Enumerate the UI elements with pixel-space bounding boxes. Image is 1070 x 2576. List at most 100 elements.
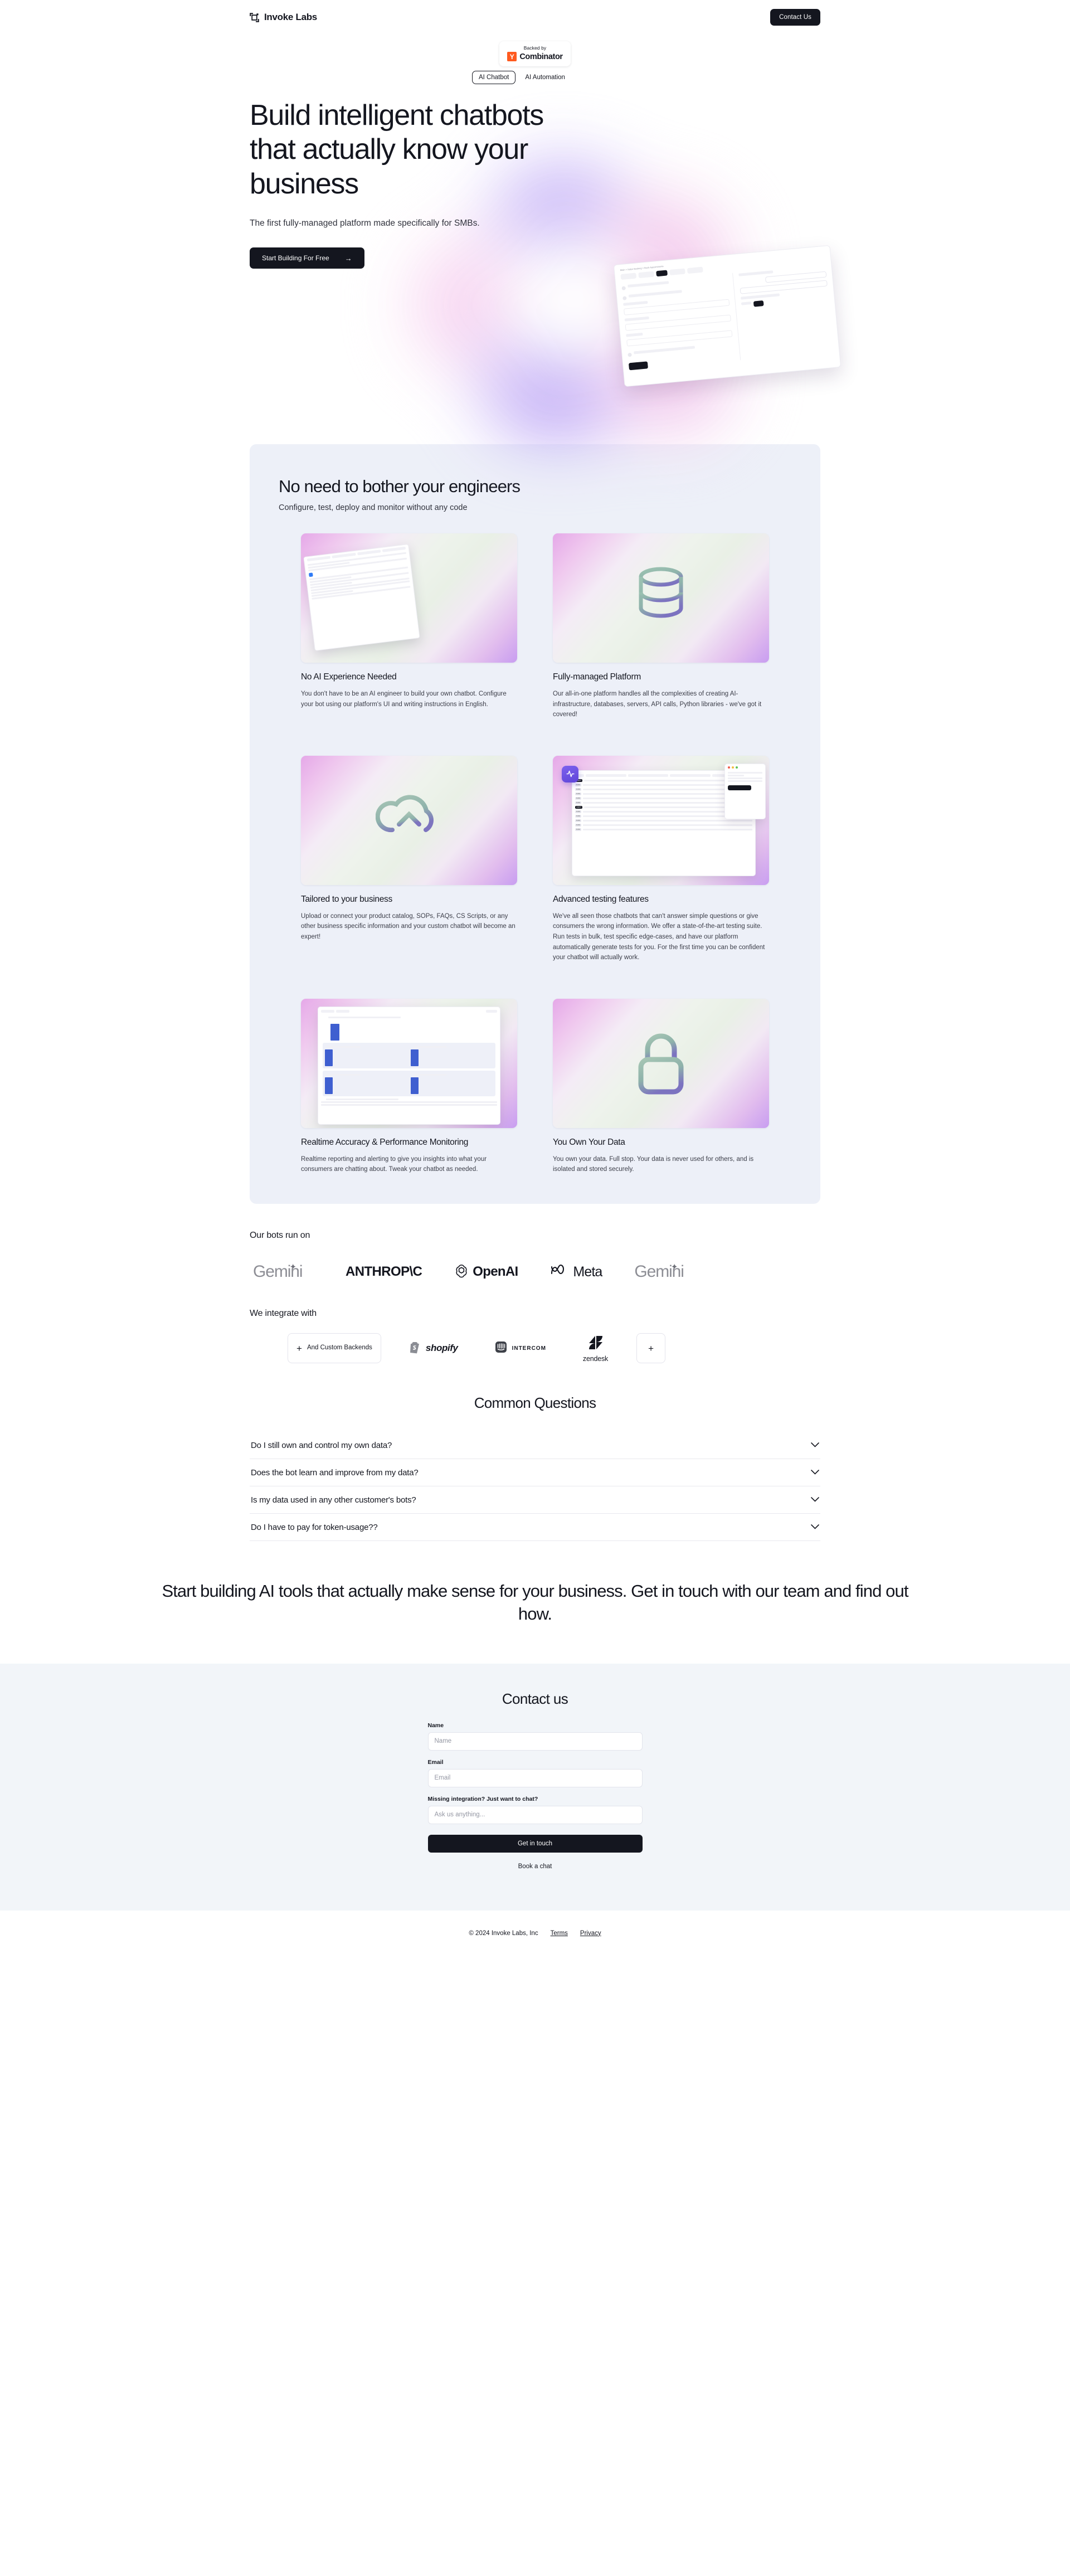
model-logos-label: Our bots run on bbox=[250, 1231, 310, 1241]
name-input[interactable] bbox=[427, 1732, 643, 1751]
yc-badge[interactable]: Backed by Y Combinator bbox=[499, 41, 571, 66]
integration-logo-rail: + And Custom Backends shopify INTERCOM z… bbox=[250, 1333, 820, 1364]
frame-bracket-icon bbox=[250, 12, 259, 22]
copyright-text: © 2024 Invoke Labs, Inc bbox=[469, 1929, 538, 1937]
hero-section: AI Chatbot AI Automation Build intellige… bbox=[0, 71, 1070, 450]
lock-icon bbox=[553, 998, 769, 1128]
faq-item[interactable]: Is my data used in any other customer's … bbox=[250, 1486, 820, 1514]
faq-question: Is my data used in any other customer's … bbox=[251, 1495, 416, 1505]
get-in-touch-button[interactable]: Get in touch bbox=[427, 1834, 643, 1853]
feature-card-body: Realtime reporting and alerting to give … bbox=[301, 1155, 487, 1173]
feature-card-body: Upload or connect your product catalog, … bbox=[301, 912, 515, 940]
openai-mark-icon bbox=[454, 1263, 469, 1281]
terms-link[interactable]: Terms bbox=[551, 1930, 568, 1937]
arrow-right-icon: → bbox=[344, 254, 352, 263]
tab-ai-chatbot[interactable]: AI Chatbot bbox=[472, 71, 516, 84]
contact-form: Name Email Missing integration? Just wan… bbox=[427, 1722, 643, 1875]
gemini-logo: Gemini ✦ bbox=[634, 1262, 694, 1281]
openai-logo: OpenAI bbox=[454, 1263, 518, 1281]
feature-card: No AI Experience Needed You don't have t… bbox=[301, 533, 517, 720]
anthropic-logo: ANTHROP\C bbox=[346, 1264, 422, 1280]
plus-icon: + bbox=[648, 1343, 654, 1354]
model-logos-section: Our bots run on Gemini ✦ ANTHROP\C OpenA… bbox=[250, 1231, 820, 1286]
sparkle-icon: ✦ bbox=[670, 1262, 678, 1272]
chevron-down-icon[interactable] bbox=[811, 1522, 819, 1532]
contact-section: Contact us Name Email Missing integratio… bbox=[0, 1663, 1070, 1911]
feature-card: AGENT FUNC FUNC FUNC FUNC FUNC AGENT FUN… bbox=[553, 755, 769, 963]
privacy-link[interactable]: Privacy bbox=[580, 1930, 601, 1937]
zendesk-logo-text: zendesk bbox=[582, 1354, 609, 1363]
feature-card-title: Fully-managed Platform bbox=[553, 672, 641, 682]
integrations-section: We integrate with + And Custom Backends … bbox=[250, 1309, 820, 1364]
chevron-down-icon[interactable] bbox=[811, 1495, 819, 1505]
email-input[interactable] bbox=[427, 1768, 643, 1787]
model-logo-rail: Gemini ✦ ANTHROP\C OpenAI Meta Gemini ✦ bbox=[250, 1257, 820, 1286]
feature-card-body: You don't have to be an AI engineer to b… bbox=[301, 690, 507, 708]
feature-card-body: Our all-in-one platform handles all the … bbox=[553, 690, 762, 718]
faq-item[interactable]: Do I have to pay for token-usage?? bbox=[250, 1514, 820, 1542]
analytics-dashboard-screenshot-icon bbox=[301, 998, 517, 1128]
page-footer: © 2024 Invoke Labs, Inc Terms Privacy bbox=[0, 1910, 1070, 1956]
integration-shopify[interactable]: shopify bbox=[401, 1333, 466, 1364]
intercom-logo-text: INTERCOM bbox=[512, 1345, 546, 1352]
features-title: No need to bother your engineers bbox=[279, 477, 521, 496]
faq-question: Do I have to pay for token-usage?? bbox=[251, 1522, 378, 1532]
yc-mark-icon: Y bbox=[507, 52, 517, 61]
feature-card-title: Realtime Accuracy & Performance Monitori… bbox=[301, 1137, 469, 1147]
feature-card-title: No AI Experience Needed bbox=[301, 672, 397, 682]
dashboard-screenshot-icon bbox=[301, 533, 517, 663]
faq-list: Do I still own and control my own data? … bbox=[250, 1432, 820, 1542]
contact-title: Contact us bbox=[502, 1690, 568, 1707]
meta-logo-text: Meta bbox=[573, 1263, 602, 1280]
shopify-bag-icon bbox=[410, 1340, 421, 1357]
meta-infinity-icon bbox=[550, 1264, 569, 1280]
hero-mode-toggle: AI Chatbot AI Automation bbox=[250, 71, 1070, 84]
feature-card-title: You Own Your Data bbox=[553, 1137, 625, 1147]
yc-backed-by-label: Backed by bbox=[523, 45, 547, 51]
brand-name: Invoke Labs bbox=[264, 12, 317, 22]
faq-item[interactable]: Do I still own and control my own data? bbox=[250, 1432, 820, 1460]
message-input[interactable] bbox=[427, 1805, 643, 1824]
database-icon bbox=[553, 533, 769, 663]
integration-zendesk[interactable]: zendesk bbox=[574, 1333, 617, 1364]
integration-intercom[interactable]: INTERCOM bbox=[486, 1333, 555, 1364]
start-building-for-free-button[interactable]: Start Building For Free → bbox=[250, 247, 364, 269]
tab-ai-automation[interactable]: AI Automation bbox=[520, 71, 570, 84]
gemini-logo: Gemini ✦ bbox=[253, 1262, 313, 1281]
faq-title: Common Questions bbox=[474, 1394, 596, 1412]
cloud-upload-icon bbox=[301, 755, 517, 885]
intercom-mark-icon bbox=[495, 1340, 507, 1357]
yc-badge-wrapper: Backed by Y Combinator bbox=[0, 41, 1070, 66]
feature-card: Tailored to your business Upload or conn… bbox=[301, 755, 517, 963]
chevron-down-icon[interactable] bbox=[811, 1467, 819, 1477]
feature-card-body: We've all seen those chatbots that can't… bbox=[553, 912, 765, 961]
integration-custom-backends-label: And Custom Backends bbox=[307, 1344, 372, 1352]
hero-title: Build intelligent chatbots that actually… bbox=[250, 99, 544, 200]
meta-logo: Meta bbox=[550, 1264, 602, 1280]
openai-logo-text: OpenAI bbox=[473, 1264, 518, 1280]
shopify-logo-text: shopify bbox=[425, 1343, 458, 1354]
integration-more-button[interactable]: + bbox=[636, 1333, 666, 1364]
feature-card: Realtime Accuracy & Performance Monitori… bbox=[301, 998, 517, 1175]
feature-card: Fully-managed Platform Our all-in-one pl… bbox=[553, 533, 769, 720]
features-panel: No need to bother your engineers Configu… bbox=[250, 444, 820, 1204]
features-subtitle: Configure, test, deploy and monitor with… bbox=[279, 503, 468, 512]
book-a-chat-button[interactable]: Book a chat bbox=[428, 1858, 643, 1875]
name-label: Name bbox=[427, 1722, 444, 1729]
top-navbar: Invoke Labs Contact Us bbox=[0, 0, 1070, 35]
contact-us-button[interactable]: Contact Us bbox=[770, 9, 820, 26]
zendesk-mark-icon bbox=[587, 1334, 604, 1354]
yc-row: Y Combinator bbox=[507, 52, 563, 61]
yc-name: Combinator bbox=[519, 52, 563, 61]
chevron-down-icon[interactable] bbox=[811, 1440, 819, 1450]
brand-logo[interactable]: Invoke Labs bbox=[250, 12, 317, 23]
anthropic-logo-text: ANTHROP\C bbox=[346, 1264, 422, 1280]
hero-subtitle: The first fully-managed platform made sp… bbox=[250, 218, 480, 229]
faq-item[interactable]: Does the bot learn and improve from my d… bbox=[250, 1459, 820, 1487]
faq-question: Does the bot learn and improve from my d… bbox=[251, 1467, 419, 1477]
cta-band: Start building AI tools that actually ma… bbox=[156, 1580, 914, 1626]
cta-label: Start Building For Free bbox=[262, 254, 329, 263]
integration-custom-backends[interactable]: + And Custom Backends bbox=[288, 1333, 381, 1364]
faq-question: Do I still own and control my own data? bbox=[251, 1440, 392, 1450]
plus-icon: + bbox=[296, 1343, 302, 1354]
